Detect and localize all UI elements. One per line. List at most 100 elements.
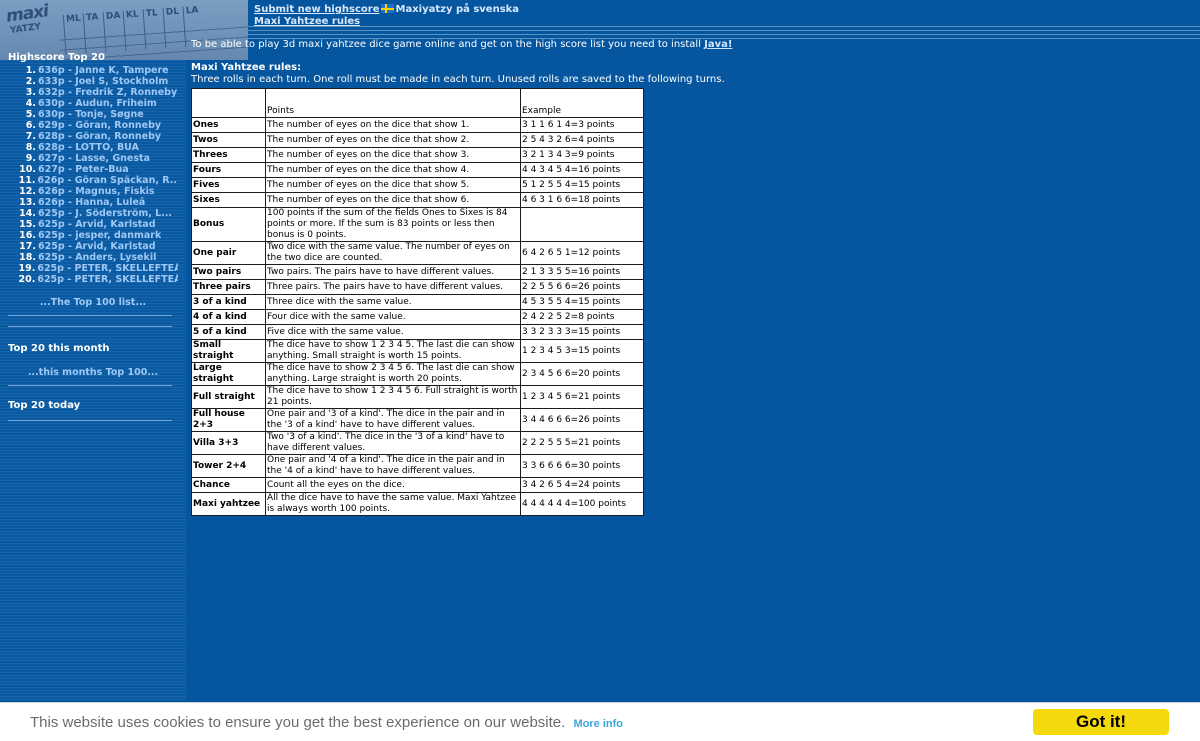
table-row: Two pairs Two pairs. The pairs have to ha… [192, 265, 643, 279]
month-top100-link[interactable]: ...this months Top 100... [8, 367, 178, 379]
rule-example-cell: 3 3 6 6 6 6=30 points [521, 455, 643, 477]
rule-name-cell: Fours [192, 163, 265, 177]
highscore-item[interactable]: 20. 625p - PETER, SKELLEFTEÅ [8, 274, 178, 285]
header-cell-points: Points [266, 89, 520, 117]
highscore-item[interactable]: 1. 636p - Janne K, Tampere [8, 65, 178, 76]
highscore-entry[interactable]: 628p - Göran, Ronneby [38, 131, 161, 142]
intro-paragraph: To be able to play 3d maxi yahtzee dice … [191, 38, 1191, 52]
highscore-entry[interactable]: 632p - Fredrik Z, Ronneby [38, 87, 177, 98]
header-cell-example: Example [521, 89, 643, 117]
table-row: Maxi yahtzee All the dice have to have th… [192, 493, 643, 515]
highscore-rank: 10. [19, 164, 36, 175]
rule-name-cell: Villa 3+3 [192, 432, 265, 454]
highscore-item[interactable]: 15. 625p - Arvid, Karlstad [8, 219, 178, 230]
rule-name-cell: Large straight [192, 363, 265, 385]
table-row: Fours The number of eyes on the dice that… [192, 163, 643, 177]
rule-example-cell: 3 1 1 6 1 4=3 points [521, 118, 643, 132]
highscore-entry[interactable]: 627p - Peter-Bua [38, 164, 129, 175]
highscore-item[interactable]: 14. 625p - J. Söderström, L... [8, 208, 178, 219]
highscore-entry[interactable]: 629p - Göran, Ronneby [38, 120, 161, 131]
rule-name-cell: Three pairs [192, 280, 265, 294]
highscore-item[interactable]: 16. 625p - jesper, danmark [8, 230, 178, 241]
highscore-entry[interactable]: 625p - J. Söderström, L... [38, 208, 172, 219]
rule-name-cell: 5 of a kind [192, 325, 265, 339]
rule-description-cell: Three dice with the same value. [266, 295, 520, 309]
table-row: 5 of a kind Five dice with the same value… [192, 325, 643, 339]
highscore-rank: 20. [18, 274, 36, 285]
rule-description-cell: Three pairs. The pairs have to have diff… [266, 280, 520, 294]
rule-name-cell: 4 of a kind [192, 310, 265, 324]
rule-example-cell: 3 3 2 3 3 3=15 points [521, 325, 643, 339]
rule-example-cell: 1 2 3 4 5 6=21 points [521, 386, 643, 408]
highscore-item[interactable]: 4. 630p - Audun, Friheim [8, 98, 178, 109]
highscore-item[interactable]: 7. 628p - Göran, Ronneby [8, 131, 178, 142]
rules-description: Three rolls in each turn. One roll must … [191, 74, 725, 85]
rule-name-cell: Small straight [192, 340, 265, 362]
cookie-more-info-link[interactable]: More info [573, 718, 623, 730]
highscore-item[interactable]: 2. 633p - Joel S, Stockholm [8, 76, 178, 87]
highscore-item[interactable]: 11. 626p - Göran Späckan, R... [8, 175, 178, 186]
highscore-item[interactable]: 10. 627p - Peter-Bua [8, 164, 178, 175]
highscore-item[interactable]: 12. 626p - Magnus, Fiskis [8, 186, 178, 197]
rules-link[interactable]: Maxi Yahtzee rules [254, 16, 360, 27]
table-row: One pair Two dice with the same value. Th… [192, 242, 643, 264]
rule-name-cell: Sixes [192, 193, 265, 207]
highscore-rank: 5. [25, 109, 36, 120]
highscore-entry[interactable]: 627p - Lasse, Gnesta [38, 153, 150, 164]
rule-example-cell: 4 5 3 5 5 4=15 points [521, 295, 643, 309]
java-link[interactable]: Java! [704, 39, 732, 50]
rule-description-cell: The number of eyes on the dice that show… [266, 193, 520, 207]
highscore-entry[interactable]: 625p - Anders, Lysekil [38, 252, 156, 263]
rule-description-cell: The number of eyes on the dice that show… [266, 133, 520, 147]
rule-name-cell: 3 of a kind [192, 295, 265, 309]
top-links: Submit new highscore Maxiyatzy på svenska… [254, 4, 519, 28]
highscore-rank: 7. [25, 131, 36, 142]
rule-description-cell: Two pairs. The pairs have to have differ… [266, 265, 520, 279]
highscore-entry[interactable]: 625p - Arvid, Karlstad [38, 219, 156, 230]
rule-example-cell: 6 4 2 6 5 1=12 points [521, 242, 643, 264]
table-row: Small straight The dice have to show 1 2 … [192, 340, 643, 362]
top100-link[interactable]: ...The Top 100 list... [8, 297, 178, 309]
highscore-entry[interactable]: 628p - LOTTO, BUA [38, 142, 139, 153]
highscore-entry[interactable]: 626p - Hanna, Luleå [38, 197, 145, 208]
highscore-entry[interactable]: 633p - Joel S, Stockholm [38, 76, 168, 87]
divider [8, 326, 172, 327]
cookie-accept-button[interactable]: Got it! [1033, 709, 1169, 735]
rule-name-cell: Chance [192, 478, 265, 492]
table-row: 4 of a kind Four dice with the same value… [192, 310, 643, 324]
swedish-version-link[interactable]: Maxiyatzy på svenska [396, 4, 520, 15]
highscore-item[interactable]: 6. 629p - Göran, Ronneby [8, 120, 178, 131]
rule-name-cell: Threes [192, 148, 265, 162]
highscore-entry[interactable]: 630p - Tonje, Søgne [38, 109, 144, 120]
highscore-entry[interactable]: 636p - Janne K, Tampere [38, 65, 169, 76]
rule-description-cell: The dice have to show 2 3 4 5 6. The las… [266, 363, 520, 385]
highscore-entry[interactable]: 630p - Audun, Friheim [38, 98, 157, 109]
logo-column-label: TA [82, 12, 106, 54]
swedish-flag-icon[interactable] [380, 4, 394, 13]
highscore-item[interactable]: 3. 632p - Fredrik Z, Ronneby [8, 87, 178, 98]
submit-highscore-link[interactable]: Submit new highscore [254, 4, 380, 15]
header-cell-name [192, 89, 265, 117]
highscore-item[interactable]: 18. 625p - Anders, Lysekil [8, 252, 178, 263]
highscore-rank: 18. [19, 252, 36, 263]
highscore-entry[interactable]: 626p - Göran Späckan, R... [38, 175, 179, 186]
highscore-item[interactable]: 8. 628p - LOTTO, BUA [8, 142, 178, 153]
rule-description-cell: Five dice with the same value. [266, 325, 520, 339]
highscore-item[interactable]: 5. 630p - Tonje, Søgne [8, 109, 178, 120]
highscore-entry[interactable]: 625p - Arvid, Karlstad [38, 241, 156, 252]
highscore-entry[interactable]: 625p - PETER, SKELLEFTEÅ [37, 274, 178, 285]
rule-description-cell: Two dice with the same value. The number… [266, 242, 520, 264]
highscore-entry[interactable]: 625p - PETER, SKELLEFTEÅ [37, 263, 178, 274]
highscore-item[interactable]: 19. 625p - PETER, SKELLEFTEÅ [8, 263, 178, 274]
rule-description-cell: The number of eyes on the dice that show… [266, 178, 520, 192]
highscore-rank: 13. [19, 197, 36, 208]
highscore-item[interactable]: 17. 625p - Arvid, Karlstad [8, 241, 178, 252]
highscore-title: Highscore Top 20 [8, 52, 105, 63]
rule-example-cell: 2 2 2 5 5 5=21 points [521, 432, 643, 454]
highscore-entry[interactable]: 626p - Magnus, Fiskis [38, 186, 155, 197]
highscore-entry[interactable]: 625p - jesper, danmark [38, 230, 161, 241]
rule-example-cell: 4 6 3 1 6 6=18 points [521, 193, 643, 207]
highscore-item[interactable]: 9. 627p - Lasse, Gnesta [8, 153, 178, 164]
table-row: Full straight The dice have to show 1 2 3… [192, 386, 643, 408]
highscore-item[interactable]: 13. 626p - Hanna, Luleå [8, 197, 178, 208]
